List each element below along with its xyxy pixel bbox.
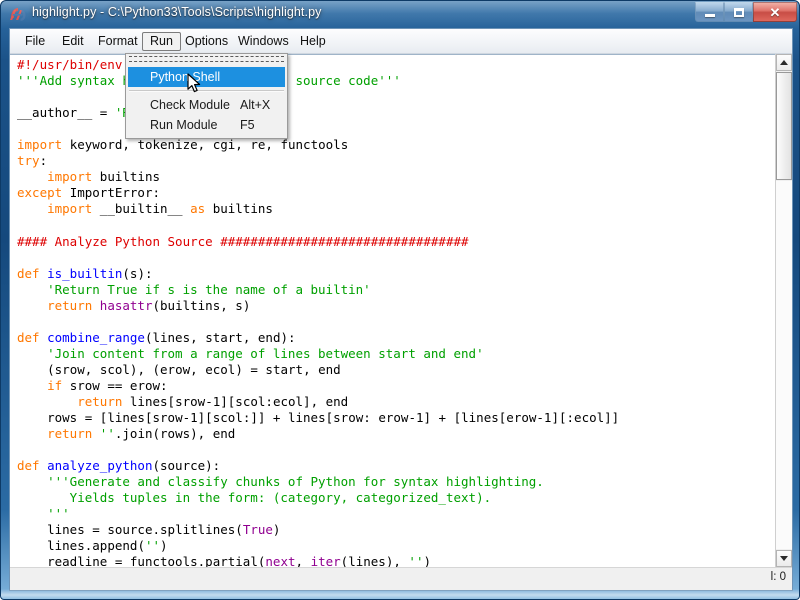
menu-item-check-module-accel: Alt+X <box>240 98 271 112</box>
menu-bar: File Edit Format Run Options Windows Hel… <box>10 29 792 54</box>
menu-item-run-module[interactable]: Run Module F5 <box>128 115 285 135</box>
scroll-up-arrow-button[interactable] <box>776 54 792 71</box>
menu-item-python-shell-label: Python Shell <box>150 70 221 84</box>
minimize-button[interactable] <box>695 2 724 22</box>
source-code: #!/usr/bin/env python3 '''Add syntax hig… <box>17 57 620 567</box>
menu-options[interactable]: Options <box>178 32 235 51</box>
menu-edit[interactable]: Edit <box>55 32 91 51</box>
idle-python-icon <box>10 8 26 21</box>
menu-separator <box>129 90 284 92</box>
menu-format[interactable]: Format <box>91 32 145 51</box>
menu-item-run-module-accel: F5 <box>240 118 255 132</box>
run-menu-dropdown: Python Shell Check Module Alt+X Run Modu… <box>125 53 288 139</box>
cursor-position-label: l: 0 <box>770 571 786 583</box>
scroll-up-arrow-icon <box>780 60 788 65</box>
menu-file[interactable]: File <box>18 32 52 51</box>
scroll-down-arrow-icon <box>780 556 788 561</box>
idle-editor-window: highlight.py - C:\Python33\Tools\Scripts… <box>0 0 800 600</box>
scrollbar-thumb[interactable] <box>776 72 792 180</box>
maximize-button[interactable] <box>724 2 753 22</box>
scrollbar-track[interactable] <box>776 181 792 549</box>
scroll-down-arrow-button[interactable] <box>776 550 792 567</box>
menu-item-check-module-label: Check Module <box>150 98 230 112</box>
status-bar: l: 0 <box>10 567 792 590</box>
menu-tearoff-handle[interactable] <box>129 56 284 66</box>
window-title: highlight.py - C:\Python33\Tools\Scripts… <box>32 5 322 19</box>
minimize-icon <box>704 13 715 17</box>
maximize-icon <box>733 7 744 17</box>
menu-item-python-shell[interactable]: Python Shell <box>128 67 285 87</box>
menu-item-run-module-label: Run Module <box>150 118 218 132</box>
close-icon: ✕ <box>769 4 781 20</box>
menu-run[interactable]: Run <box>142 32 181 51</box>
menu-help[interactable]: Help <box>293 32 333 51</box>
close-button[interactable]: ✕ <box>753 2 797 22</box>
vertical-scrollbar[interactable] <box>775 54 792 567</box>
title-bar[interactable]: highlight.py - C:\Python33\Tools\Scripts… <box>1 1 799 27</box>
menu-item-check-module[interactable]: Check Module Alt+X <box>128 95 285 115</box>
menu-windows[interactable]: Windows <box>231 32 296 51</box>
